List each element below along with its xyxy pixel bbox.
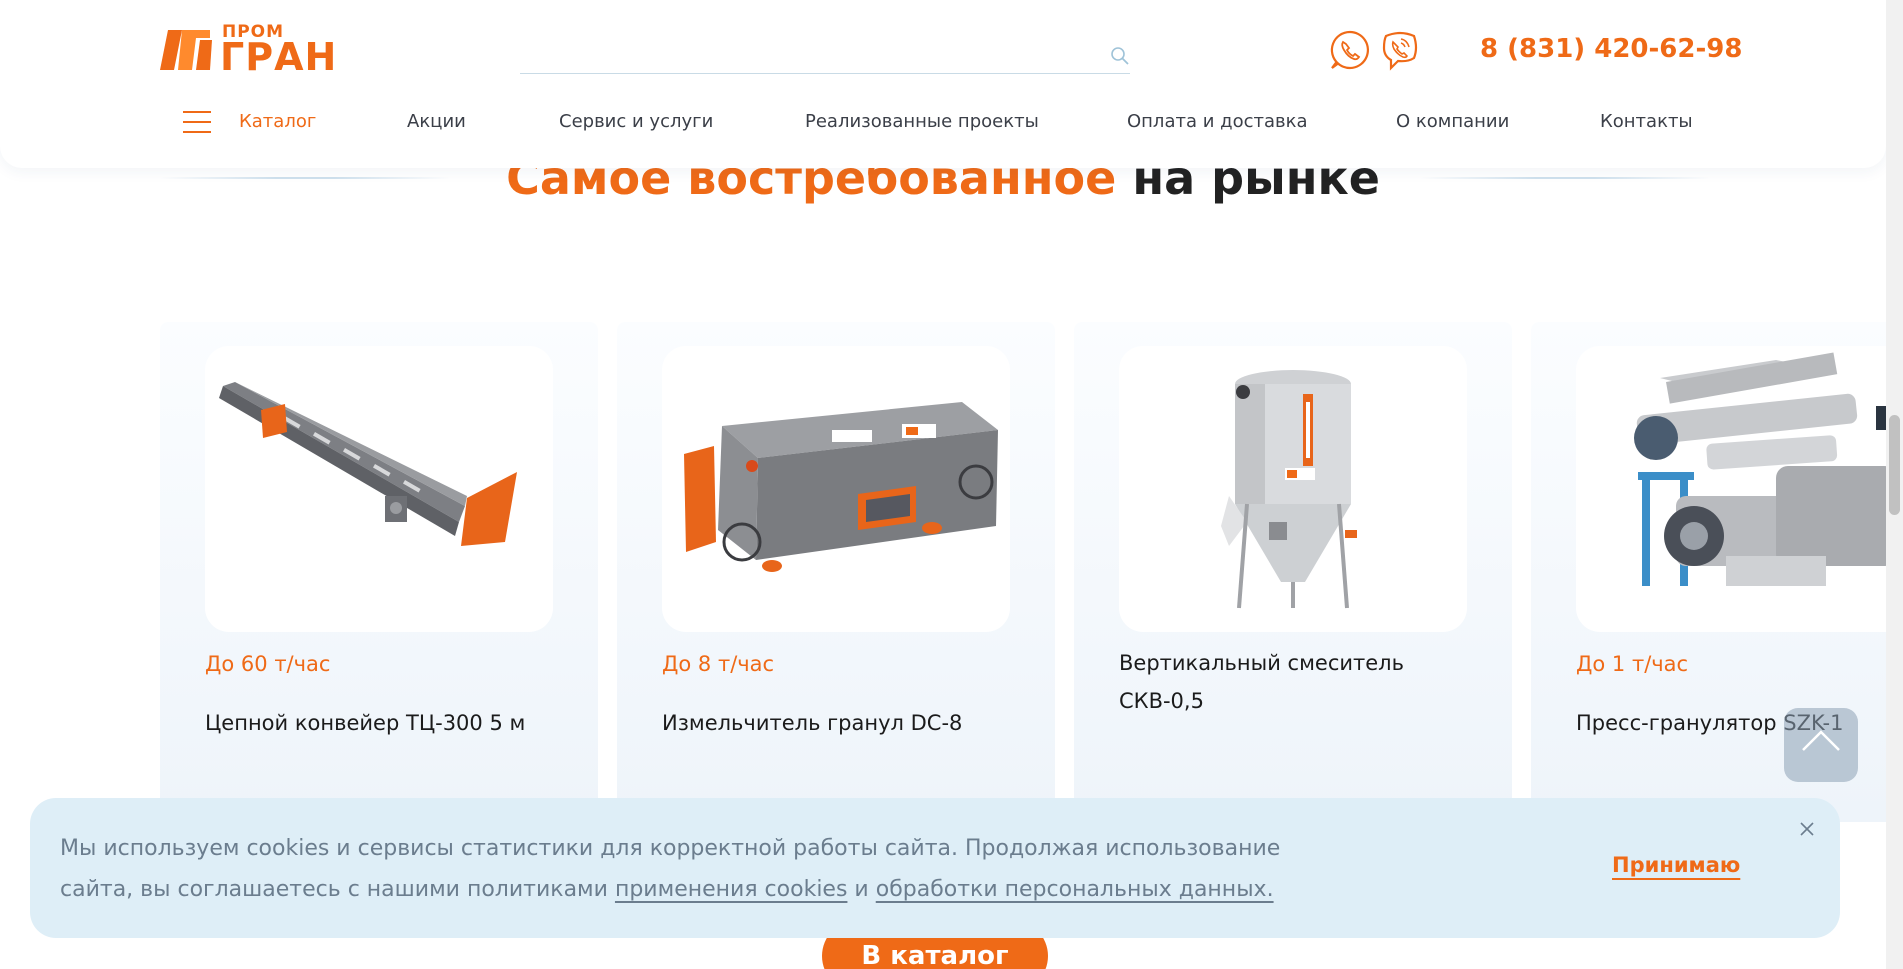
product-image[interactable] [1576,346,1886,632]
nav-item-catalog[interactable]: Каталог [239,108,316,136]
nav-item-services[interactable]: Сервис и услуги [559,108,713,136]
search-icon[interactable] [1110,46,1130,66]
cookie-accept-button[interactable]: Принимаю [1612,853,1740,877]
product-name[interactable]: Измельчитель гранул DC-8 [662,704,1022,742]
cookie-banner: Мы используем cookies и сервисы статисти… [30,798,1840,938]
product-carousel: До 60 т/час Цепной конвейер ТЦ-300 5 м Д… [160,322,1886,822]
product-capacity: До 1 т/час [1576,652,1689,676]
close-icon[interactable] [1798,820,1816,838]
nav-item-about[interactable]: О компании [1396,108,1509,136]
site-header: ПРОМ ГРАН 8 (831) 420-62-98 Каталог Акци… [0,0,1886,168]
product-image[interactable] [1119,346,1467,632]
nav-item-contacts[interactable]: Контакты [1600,108,1693,136]
cookie-text: Мы используем cookies и сервисы статисти… [60,828,1360,910]
product-card[interactable]: Вертикальный смеситель СКВ-0,5 [1074,322,1512,822]
viber-icon[interactable] [1378,28,1422,72]
product-card[interactable]: До 8 т/час Измельчитель гранул DC-8 [617,322,1055,822]
product-card[interactable]: До 60 т/час Цепной конвейер ТЦ-300 5 м [160,322,598,822]
chevron-up-icon [1802,730,1840,751]
scrollbar-thumb[interactable] [1889,415,1900,515]
search-bar [520,38,1130,74]
whatsapp-icon[interactable] [1328,28,1372,72]
personal-data-policy-link[interactable]: обработки персональных данных. [876,877,1274,902]
pellet-press-image [1634,352,1886,586]
logo-text-big: ГРАН [220,35,338,79]
scroll-to-top-button[interactable] [1784,708,1858,782]
cookie-text-part2: и [847,877,876,902]
product-image[interactable] [205,346,553,632]
nav-item-payment-delivery[interactable]: Оплата и доставка [1127,108,1308,136]
logo-mark-icon [160,30,212,70]
page-scrollbar[interactable] [1886,0,1903,969]
vertical-mixer-image [1221,370,1357,609]
phone-link[interactable]: 8 (831) 420-62-98 [1480,34,1742,64]
product-capacity: До 60 т/час [205,652,331,676]
pellet-crusher-image [684,402,998,572]
nav-item-projects[interactable]: Реализованные проекты [805,108,1039,136]
cookies-policy-link[interactable]: применения cookies [615,877,847,902]
product-capacity: До 8 т/час [662,652,775,676]
product-image[interactable] [662,346,1010,632]
menu-burger-icon[interactable] [183,111,211,133]
logo[interactable]: ПРОМ ГРАН [160,24,336,76]
search-input[interactable] [520,38,1130,73]
product-name[interactable]: Вертикальный смеситель СКВ-0,5 [1119,644,1479,720]
chain-conveyor-image [219,382,517,546]
nav-item-promotions[interactable]: Акции [407,108,466,136]
main-nav: Каталог Акции Сервис и услуги Реализован… [183,108,1693,136]
product-name[interactable]: Цепной конвейер ТЦ-300 5 м [205,704,565,742]
